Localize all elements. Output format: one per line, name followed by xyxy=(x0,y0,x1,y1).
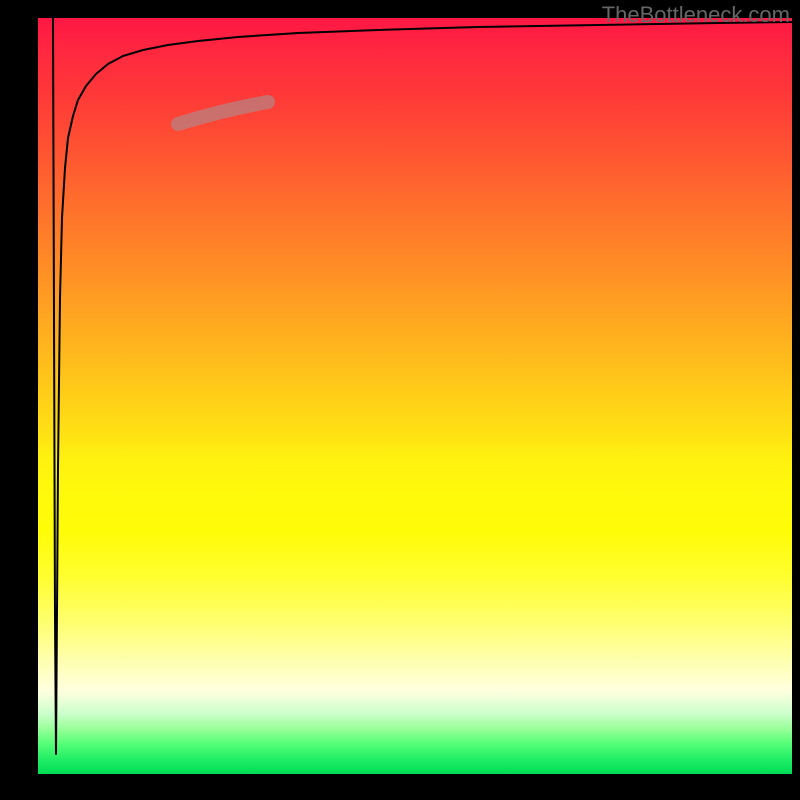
curve-svg xyxy=(38,18,792,774)
chart-container: TheBottleneck.com xyxy=(0,0,800,800)
plot-area xyxy=(38,18,792,774)
bottleneck-curve xyxy=(53,18,792,754)
highlight-segment xyxy=(178,102,268,124)
watermark-text: TheBottleneck.com xyxy=(602,2,790,28)
